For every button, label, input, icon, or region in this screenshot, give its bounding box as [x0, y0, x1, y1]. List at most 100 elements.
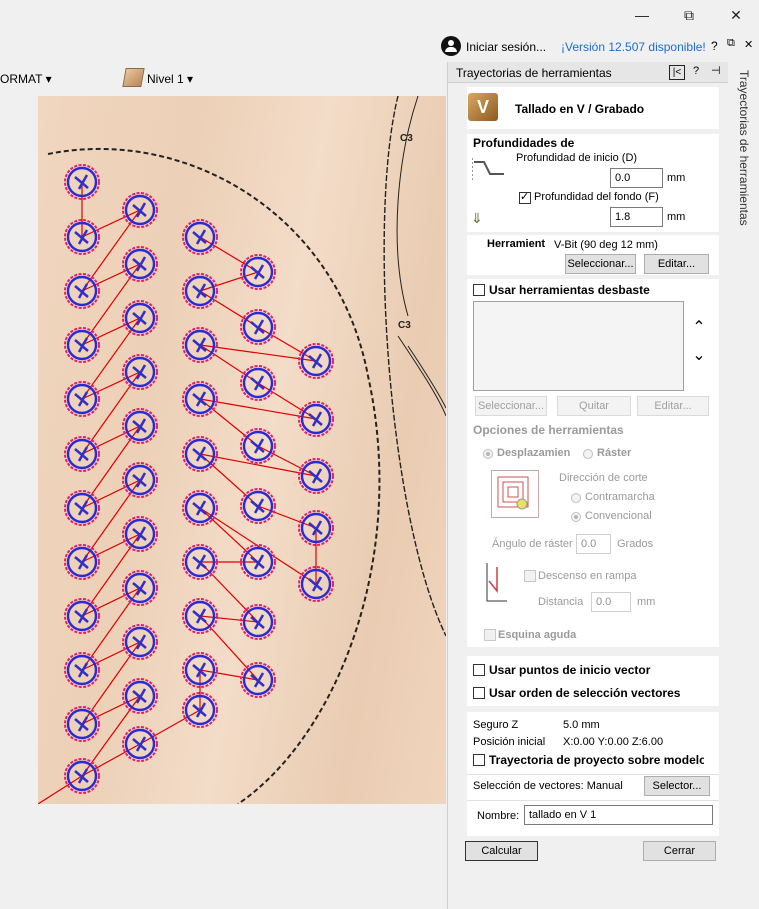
depths-section: Profundidades de Profundidad de inicio (…	[467, 134, 719, 232]
start-depth-label: Profundidad de inicio (D)	[516, 152, 638, 164]
panel-title: Trayectorias de herramientas	[456, 66, 612, 80]
toolpath-node	[298, 401, 334, 437]
panel-header: Trayectorias de herramientas |< ? ⊣	[448, 62, 728, 83]
toolpath-node	[122, 246, 158, 282]
toolpath-panel: Trayectorias de herramientas |< ? ⊣ V Ta…	[447, 62, 728, 909]
distance-unit: mm	[637, 596, 656, 608]
inner-restore-button[interactable]: ⧉	[727, 37, 735, 50]
distance-input[interactable]: 0.0	[591, 592, 631, 612]
toolpath-node	[122, 624, 158, 660]
toolpath-node	[182, 273, 218, 309]
close-panel-button[interactable]: Cerrar	[643, 841, 716, 861]
signin-link[interactable]: Iniciar sesión...	[466, 40, 546, 54]
conventional-radio[interactable]	[571, 512, 581, 522]
roughing-edit-button[interactable]: Editar...	[637, 396, 709, 416]
start-depth-input[interactable]: 0.0	[610, 168, 663, 188]
raster-radio[interactable]	[583, 449, 593, 459]
vector-start-checkbox[interactable]	[473, 664, 485, 676]
toolpath-node	[298, 458, 334, 494]
toolpath-node	[182, 490, 218, 526]
conventional-label: Convencional	[585, 510, 652, 522]
selection-label: Selección de vectores: Manual	[473, 780, 623, 792]
bottom-depth-checkbox[interactable]	[519, 190, 531, 204]
toolpath-node	[122, 726, 158, 762]
roughing-checkbox[interactable]	[473, 284, 485, 296]
toolpath-node	[240, 254, 276, 290]
collapse-icon[interactable]: |<	[669, 65, 685, 80]
toolpath-node	[182, 327, 218, 363]
layer-dropdown[interactable]: Nivel 1 ▾	[147, 72, 193, 86]
start-depth-unit: mm	[667, 172, 686, 184]
toolpath-node	[64, 327, 100, 363]
selector-button[interactable]: Selector...	[644, 776, 710, 796]
toolpath-node	[122, 462, 158, 498]
name-input[interactable]: tallado en V 1	[524, 805, 713, 825]
roughing-remove-button[interactable]: Quitar	[557, 396, 631, 416]
sharp-corner-checkbox[interactable]	[484, 629, 496, 641]
design-canvas[interactable]: C3 C3	[38, 96, 446, 804]
toolpath-node	[64, 490, 100, 526]
toolpath-node	[240, 365, 276, 401]
roughing-section: Usar herramientas desbaste ⌃ ⌄ Seleccion…	[467, 279, 719, 647]
project-label: Trayectoria de proyecto sobre modelo	[489, 753, 704, 767]
pin-icon[interactable]: ⊣	[711, 64, 721, 77]
format-menu[interactable]: ORMAT ▾	[0, 72, 52, 86]
layer-icon[interactable]	[122, 68, 145, 87]
user-icon[interactable]	[441, 36, 461, 56]
tool-edit-button[interactable]: Editar...	[644, 254, 709, 274]
toolpath-node	[64, 273, 100, 309]
inner-close-button[interactable]: ✕	[744, 38, 753, 51]
help-icon[interactable]: ?	[693, 65, 699, 77]
version-link[interactable]: ¡Versión 12.507 disponible!	[561, 40, 706, 54]
project-checkbox[interactable]	[473, 754, 485, 766]
roughing-select-button[interactable]: Seleccionar...	[475, 396, 547, 416]
tool-select-button[interactable]: Seleccionar...	[565, 254, 636, 274]
move-up-button[interactable]: ⌃	[689, 317, 709, 336]
move-down-button[interactable]: ⌄	[689, 345, 709, 364]
ramp-checkbox[interactable]	[524, 570, 536, 582]
close-button[interactable]: ✕	[713, 0, 759, 30]
side-tab-toolpaths[interactable]: Trayectorias de herramientas	[727, 62, 759, 909]
minimize-button[interactable]: —	[619, 0, 665, 30]
arrow-down-icon: ⇓	[471, 210, 483, 226]
outer-arc	[383, 96, 446, 637]
toolpath-node	[182, 381, 218, 417]
cut-direction-label: Dirección de corte	[559, 472, 648, 484]
cut-direction-icon	[491, 470, 539, 518]
info-section: Seguro Z 5.0 mm Posición inicial X:0.00 …	[467, 712, 719, 836]
help-button[interactable]: ?	[711, 39, 718, 53]
edge-line	[396, 96, 419, 317]
distance-label: Distancia	[538, 596, 584, 608]
offset-radio[interactable]	[483, 449, 493, 459]
toolpath-node	[122, 678, 158, 714]
toolpath-node	[240, 662, 276, 698]
vcarve-icon: V	[468, 93, 498, 121]
restore-button[interactable]: ⧉	[666, 0, 712, 30]
depths-heading: Profundidades de	[473, 136, 575, 150]
bottom-depth-input[interactable]: 1.8	[610, 207, 663, 227]
edge-line	[407, 345, 446, 409]
toolpath-node	[64, 758, 100, 794]
climb-radio[interactable]	[571, 493, 581, 503]
calculate-button[interactable]: Calcular	[465, 841, 538, 861]
ramp-icon	[483, 561, 509, 605]
toolpath-node	[64, 598, 100, 634]
divider	[467, 800, 719, 801]
toolpath-node	[64, 381, 100, 417]
raster-angle-input[interactable]: 0.0	[576, 534, 611, 554]
toolpath-node	[240, 488, 276, 524]
safe-z-label: Seguro Z	[473, 719, 519, 731]
toolpath-node	[64, 544, 100, 580]
edge-line	[397, 335, 446, 417]
toolpath-preview: C3 C3	[38, 96, 446, 804]
toolpath-node	[298, 343, 334, 379]
vector-order-checkbox[interactable]	[473, 687, 485, 699]
vector-start-label: Usar puntos de inicio vector	[489, 663, 651, 677]
climb-label: Contramarcha	[585, 491, 655, 503]
divider	[467, 774, 719, 775]
home-label: Posición inicial	[473, 736, 546, 748]
roughing-tool-list[interactable]	[473, 301, 684, 391]
vector-options-section: Usar puntos de inicio vector Usar orden …	[467, 656, 719, 706]
tool-options-heading: Opciones de herramientas	[473, 423, 624, 437]
tool-type-title: Tallado en V / Grabado	[515, 102, 645, 116]
